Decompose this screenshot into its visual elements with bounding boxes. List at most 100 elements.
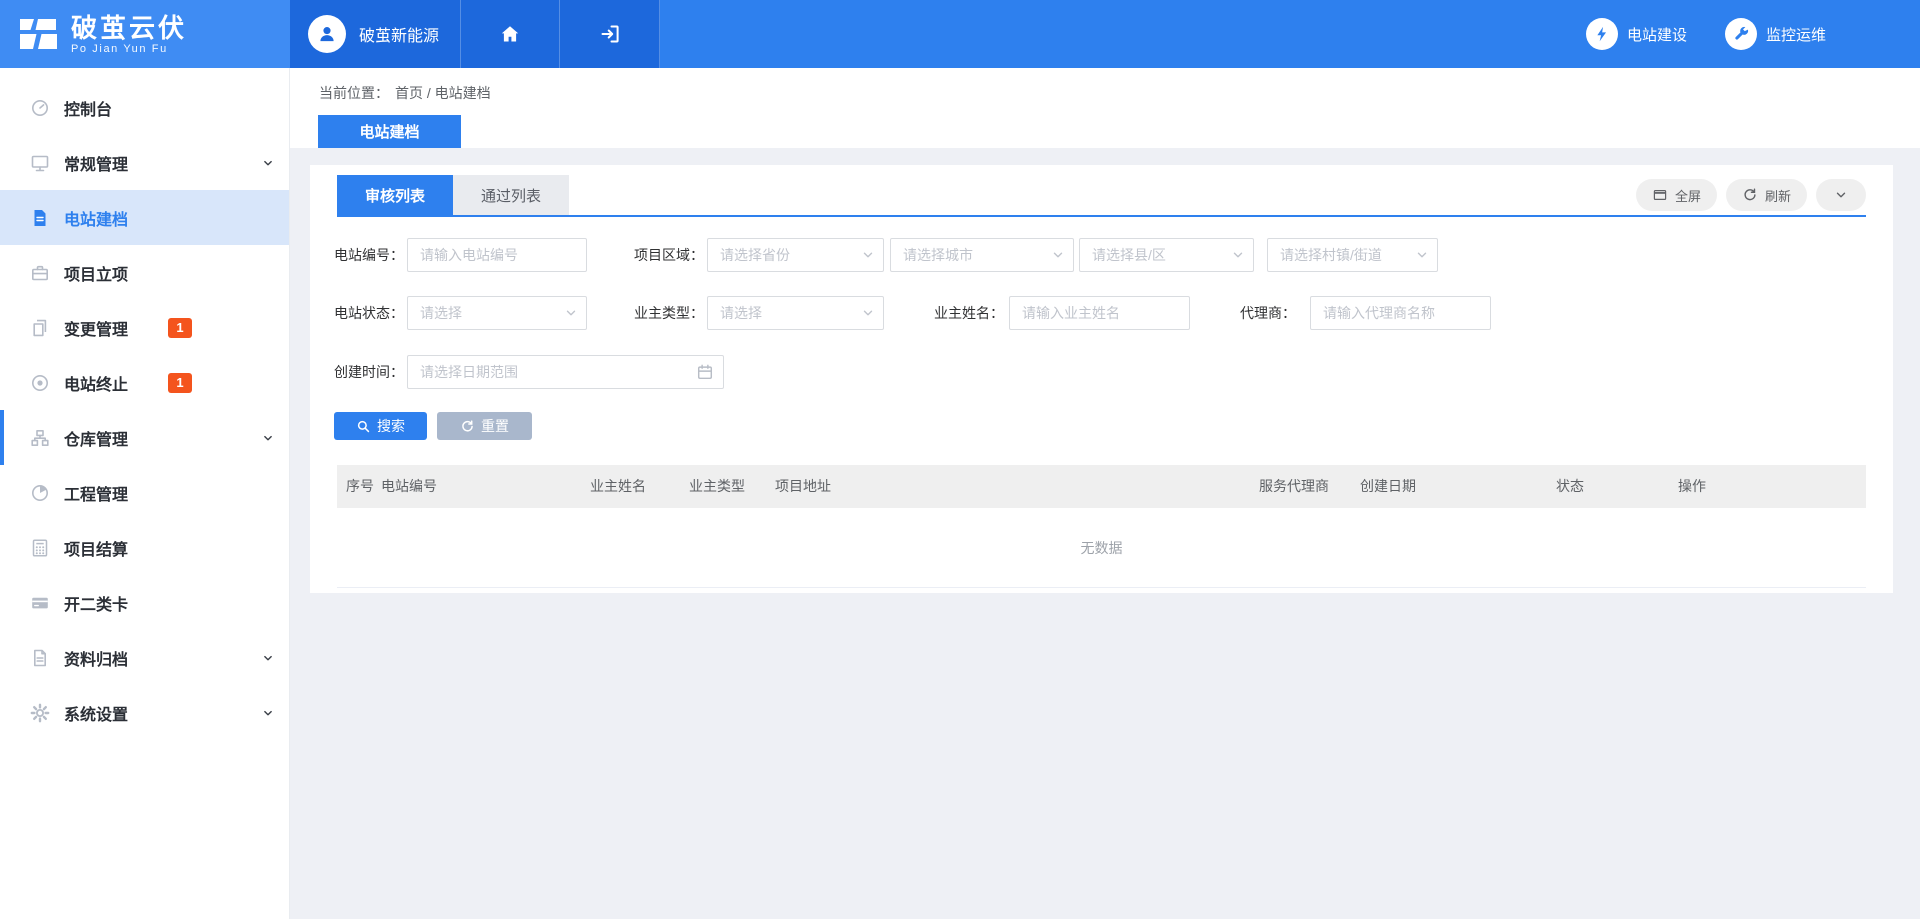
sidebar-item-label: 项目立项 (64, 261, 128, 285)
col-station-no: 电站编号 (381, 465, 437, 508)
tab-passed-list[interactable]: 通过列表 (453, 175, 569, 215)
agent-input[interactable] (1310, 296, 1491, 330)
sidebar-item-system-settings[interactable]: 系统设置 (0, 685, 289, 740)
nav-station-build[interactable]: 电站建设 (1586, 18, 1687, 50)
chevron-down-icon (1051, 248, 1065, 262)
sidebar-item-change-mgmt[interactable]: 变更管理 1 (0, 300, 289, 355)
owner-type-placeholder: 请选择 (720, 303, 762, 323)
monitor-icon (30, 153, 50, 173)
reset-icon (460, 419, 475, 434)
refresh-button[interactable]: 刷新 (1726, 179, 1807, 211)
chevron-down-icon (261, 651, 275, 665)
station-status-placeholder: 请选择 (420, 303, 462, 323)
user-menu[interactable]: 破茧新能源 (290, 0, 461, 68)
chevron-down-icon (1834, 188, 1848, 202)
chevron-down-icon (1231, 248, 1245, 262)
sidebar-item-project-settlement[interactable]: 项目结算 (0, 520, 289, 575)
card-icon (30, 593, 50, 613)
header-right-nav: 电站建设 监控运维 (1586, 0, 1826, 68)
collapse-button[interactable] (1816, 179, 1866, 211)
breadcrumb: 当前位置：首页 / 电站建档 (290, 68, 1920, 103)
brand-text: 破茧云伏 Po Jian Yun Fu (71, 14, 187, 55)
fullscreen-button[interactable]: 全屏 (1636, 179, 1717, 211)
breadcrumb-prefix: 当前位置： (319, 85, 389, 101)
avatar (308, 15, 346, 53)
sidebar-item-label: 开二类卡 (64, 591, 128, 615)
sidebar-item-general-mgmt[interactable]: 常规管理 (0, 135, 289, 190)
sidebar-item-engineering-mgmt[interactable]: 工程管理 (0, 465, 289, 520)
badge-count: 1 (168, 373, 192, 393)
home-button[interactable] (461, 0, 561, 68)
gear-icon (30, 703, 50, 723)
county-placeholder: 请选择县/区 (1092, 245, 1166, 265)
owner-type-select[interactable]: 请选择 (707, 296, 884, 330)
station-status-select[interactable]: 请选择 (407, 296, 587, 330)
sidebar-item-open-card[interactable]: 开二类卡 (0, 575, 289, 630)
breadcrumb-bar: 当前位置：首页 / 电站建档 电站建档 (290, 68, 1920, 148)
panel-toolbar: 全屏 刷新 (1636, 175, 1866, 215)
agent-label: 代理商： (1202, 296, 1296, 330)
search-button-label: 搜索 (377, 416, 405, 436)
sidebar-item-label: 工程管理 (64, 481, 128, 505)
sidebar-item-label: 系统设置 (64, 701, 128, 725)
pie-gauge-icon (30, 483, 50, 503)
sidebar-item-project-initiation[interactable]: 项目立项 (0, 245, 289, 300)
nav-monitor-ops-label: 监控运维 (1766, 24, 1826, 45)
sidebar-item-station-terminate[interactable]: 电站终止 1 (0, 355, 289, 410)
panel-tabstrip: 审核列表 通过列表 全屏 刷 (337, 175, 1866, 217)
file-icon (30, 648, 50, 668)
briefcase-icon (30, 263, 50, 283)
active-indicator-bar (0, 410, 4, 465)
page-tab-station-archive[interactable]: 电站建档 (318, 115, 461, 148)
owner-type-label: 业主类型： (610, 296, 704, 330)
company-name: 破茧新能源 (359, 22, 439, 46)
app-root: 破茧云伏 Po Jian Yun Fu 破茧新能源 (0, 0, 1920, 919)
city-select[interactable]: 请选择城市 (890, 238, 1074, 272)
col-owner-type: 业主类型 (689, 465, 745, 508)
create-time-label: 创建时间： (327, 355, 404, 389)
nav-station-build-label: 电站建设 (1627, 24, 1687, 45)
sidebar-item-label: 电站建档 (64, 206, 128, 230)
station-no-input[interactable] (407, 238, 587, 272)
create-time-input[interactable] (407, 355, 724, 389)
village-select[interactable]: 请选择村镇/街道 (1267, 238, 1438, 272)
province-select[interactable]: 请选择省份 (707, 238, 884, 272)
table-empty-state: 无数据 (337, 508, 1866, 588)
chevron-down-icon (564, 306, 578, 320)
village-placeholder: 请选择村镇/街道 (1280, 245, 1382, 265)
chevron-down-icon (861, 248, 875, 262)
sidebar-item-label: 资料归档 (64, 646, 128, 670)
col-service-agent: 服务代理商 (1259, 465, 1329, 508)
col-owner-name: 业主姓名 (590, 465, 646, 508)
tab-review-list[interactable]: 审核列表 (337, 175, 453, 215)
lightning-icon (1586, 18, 1618, 50)
sidebar-item-station-archive[interactable]: 电站建档 (0, 190, 289, 245)
document-icon (30, 208, 50, 228)
chevron-down-icon (1415, 248, 1429, 262)
top-header: 破茧云伏 Po Jian Yun Fu 破茧新能源 (0, 0, 1920, 68)
col-project-address: 项目地址 (775, 465, 831, 508)
sidebar-item-data-archive[interactable]: 资料归档 (0, 630, 289, 685)
calculator-icon (30, 538, 50, 558)
main-content: 当前位置：首页 / 电站建档 电站建档 审核列表 通过列表 全屏 (290, 68, 1920, 919)
county-select[interactable]: 请选择县/区 (1079, 238, 1254, 272)
search-button[interactable]: 搜索 (334, 412, 427, 440)
col-index: 序号 (346, 465, 374, 508)
refresh-label: 刷新 (1765, 186, 1791, 205)
copy-icon (30, 318, 50, 338)
badge-count: 1 (168, 318, 192, 338)
sidebar-item-console[interactable]: 控制台 (0, 80, 289, 135)
brand-logo-icon (17, 13, 59, 55)
nav-monitor-ops[interactable]: 监控运维 (1725, 18, 1826, 50)
sidebar-item-warehouse-mgmt[interactable]: 仓库管理 (0, 410, 289, 465)
station-status-label: 电站状态： (327, 296, 404, 330)
reset-button[interactable]: 重置 (437, 412, 532, 440)
sidebar-item-label: 变更管理 (64, 316, 128, 340)
chevron-down-icon (261, 706, 275, 720)
circle-dot-icon (30, 373, 50, 393)
wrench-icon (1725, 18, 1757, 50)
owner-name-input[interactable] (1009, 296, 1190, 330)
logout-button[interactable] (560, 0, 660, 68)
chevron-down-icon (861, 306, 875, 320)
col-status: 状态 (1556, 465, 1584, 508)
